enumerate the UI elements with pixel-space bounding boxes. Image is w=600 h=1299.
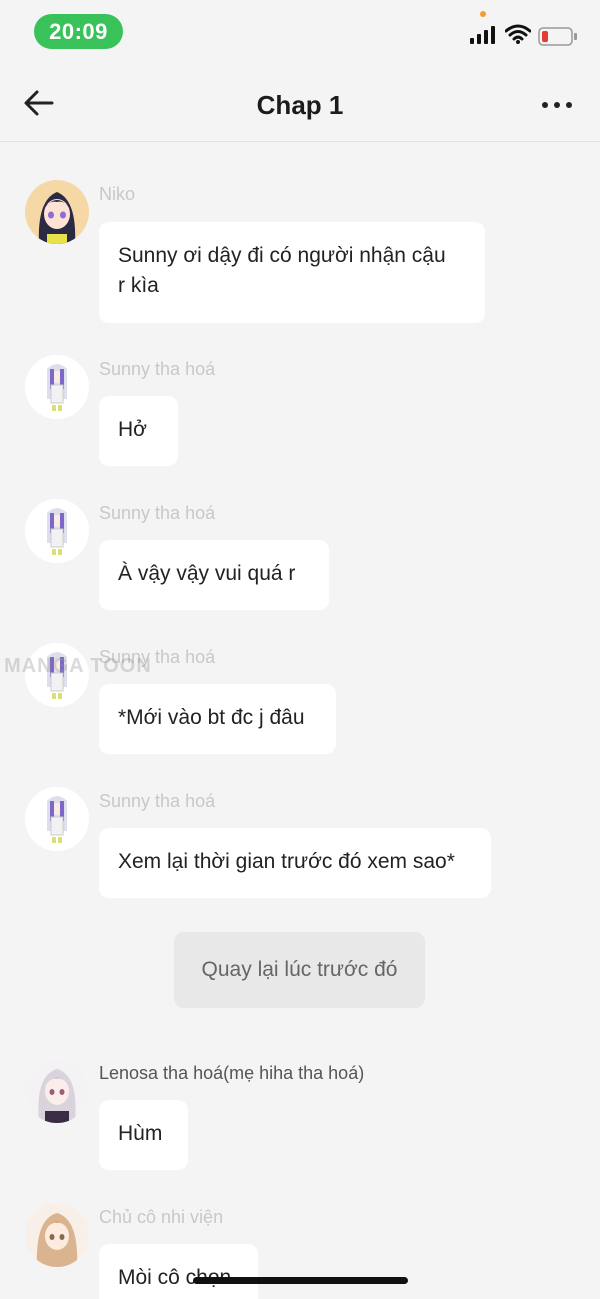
sunny-avatar[interactable] (25, 355, 89, 419)
message-text-line: Sunny ơi dậy đi có người nhận cậu (118, 244, 446, 267)
home-indicator[interactable] (193, 1277, 408, 1284)
sunny-avatar[interactable] (25, 499, 89, 563)
orphanage-owner-avatar[interactable] (25, 1203, 89, 1267)
chapter-header: Chap 1 (0, 62, 600, 142)
message-text-line: Hở (118, 418, 147, 441)
privacy-indicator-dot (480, 11, 486, 17)
wifi-icon (505, 24, 531, 44)
page-title: Chap 1 (256, 90, 344, 120)
message-bubble: Hở (99, 396, 178, 466)
message-text-line: r kìa (118, 274, 159, 297)
niko-avatar[interactable] (25, 180, 89, 244)
message-sender: Sunny tha hoá (99, 791, 216, 811)
more-dots-icon[interactable] (540, 100, 574, 110)
story-choice-button[interactable]: Quay lại lúc trước đó (174, 932, 425, 1008)
status-bar: 20:09 (0, 0, 600, 62)
watermark: MANGA TOON (4, 655, 152, 677)
message-bubble: *Mới vào bt đc j đâu (99, 684, 336, 754)
message-sender: Lenosa tha hoá(mẹ hiha tha hoá) (99, 1063, 365, 1083)
message-bubble: Mòi cô chọn (99, 1244, 258, 1299)
sunny-avatar[interactable] (25, 787, 89, 851)
message-bubble: Hùm (99, 1100, 188, 1170)
message-sender: Niko (99, 184, 136, 204)
message-text-line: À vậy vậy vui quá r (118, 562, 296, 585)
lenosa-avatar[interactable] (25, 1059, 89, 1123)
cellular-signal-icon (470, 26, 495, 44)
message-sender: Chủ cô nhi viện (99, 1207, 224, 1227)
message-text-line: *Mới vào bt đc j đâu (118, 706, 305, 729)
message-bubble: Xem lại thời gian trước đó xem sao* (99, 828, 491, 898)
message-text-line: Hùm (118, 1122, 163, 1145)
message-sender: Sunny tha hoá (99, 359, 216, 379)
message-sender: Sunny tha hoá (99, 503, 216, 523)
status-time: 20:09 (34, 14, 123, 49)
battery-low-icon (538, 27, 577, 46)
message-bubble: À vậy vậy vui quá r (99, 540, 329, 610)
message-bubble: Sunny ơi dậy đi có người nhận cậu r kìa (99, 222, 485, 323)
message-text-line: Xem lại thời gian trước đó xem sao* (118, 850, 455, 873)
